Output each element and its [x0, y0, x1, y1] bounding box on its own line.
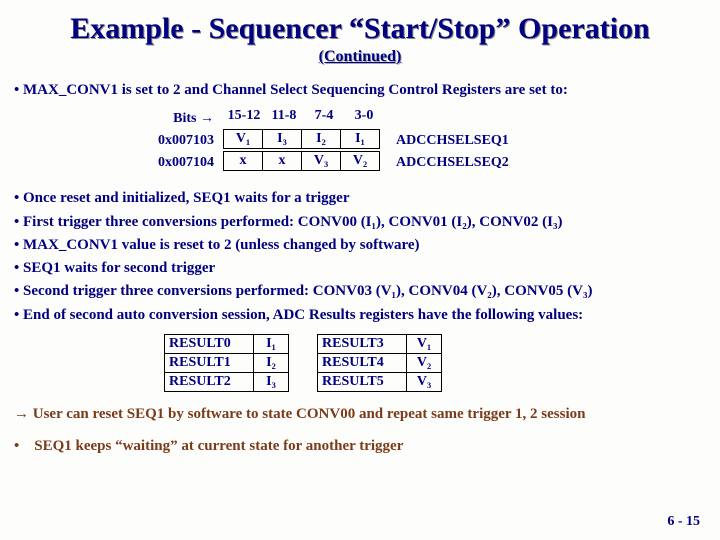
- result-label: RESULT4: [317, 353, 407, 373]
- result-label: RESULT1: [164, 353, 254, 373]
- bullet-text: • Second trigger three conversions perfo…: [14, 281, 706, 301]
- results-table: RESULT0 RESULT1 RESULT2 I₁ I₂ I₃ RESULT3…: [164, 335, 706, 392]
- reg-cell: x: [223, 151, 263, 171]
- result-label: RESULT2: [164, 372, 254, 392]
- bullet-text: • First trigger three conversions perfor…: [14, 212, 706, 232]
- result-value: V₁: [406, 334, 442, 354]
- result-value: I₂: [253, 353, 289, 373]
- bits-header: 15-12: [224, 108, 264, 124]
- register-name: ADCCHSELSEQ1: [380, 130, 509, 152]
- result-label: RESULT5: [317, 372, 407, 392]
- result-value: I₃: [253, 372, 289, 392]
- bullet-text: • MAX_CONV1 value is reset to 2 (unless …: [14, 235, 706, 255]
- reg-cell: V₂: [340, 151, 380, 171]
- bullet-text: • End of second auto conversion session,…: [14, 305, 706, 325]
- footnote-line: • SEQ1 keeps “waiting” at current state …: [14, 436, 706, 458]
- result-label: RESULT3: [317, 334, 407, 354]
- result-label: RESULT0: [164, 334, 254, 354]
- bits-header: 7-4: [304, 108, 344, 124]
- bits-label: Bits →: [124, 108, 224, 130]
- bits-header: 3-0: [344, 108, 384, 124]
- result-value: I₁: [253, 334, 289, 354]
- register-address: 0x007103: [124, 130, 224, 152]
- reg-cell: I₂: [301, 129, 341, 149]
- footnote-line: → User can reset SEQ1 by software to sta…: [14, 404, 706, 426]
- channel-select-table: Bits → 15-12 11-8 7-4 3-0 0x007103 V₁ I₃…: [124, 108, 706, 174]
- register-name: ADCCHSELSEQ2: [380, 152, 509, 174]
- bits-header: 11-8: [264, 108, 304, 124]
- reg-cell: I₃: [262, 129, 302, 149]
- bullet-text: • SEQ1 waits for second trigger: [14, 258, 706, 278]
- reg-cell: V₁: [223, 129, 263, 149]
- result-value: V₃: [406, 372, 442, 392]
- reg-cell: I₁: [340, 129, 380, 149]
- page-title: Example - Sequencer “Start/Stop” Operati…: [14, 12, 706, 46]
- bullet-text: • Once reset and initialized, SEQ1 waits…: [14, 188, 706, 208]
- reg-cell: x: [262, 151, 302, 171]
- page-number: 6 - 15: [667, 514, 700, 530]
- result-value: V₂: [406, 353, 442, 373]
- reg-cell: V₃: [301, 151, 341, 171]
- page-subtitle: (Continued): [14, 48, 706, 66]
- intro-line: • MAX_CONV1 is set to 2 and Channel Sele…: [14, 80, 706, 100]
- register-address: 0x007104: [124, 152, 224, 174]
